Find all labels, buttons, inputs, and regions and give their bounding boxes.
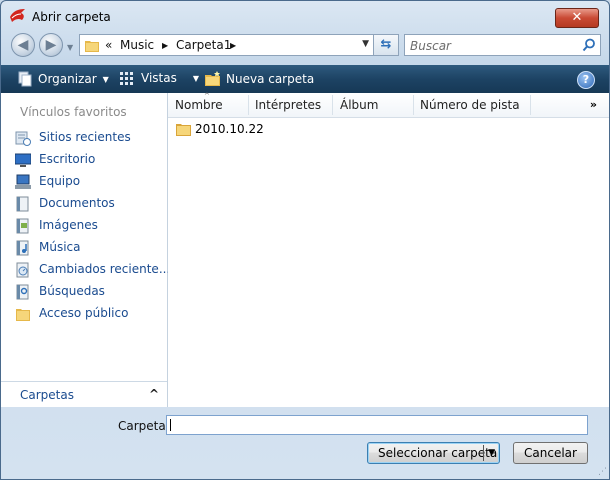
column-divider[interactable]: [413, 95, 414, 115]
recent-places-icon: [15, 131, 31, 146]
sidebar-item-label: Imágenes: [39, 218, 98, 232]
refresh-button[interactable]: ⇆: [373, 34, 399, 56]
new-folder-button[interactable]: Nueva carpeta: [205, 71, 314, 87]
searches-icon: [16, 284, 29, 300]
window-title: Abrir carpeta: [32, 10, 111, 24]
views-button[interactable]: Vistas ▼: [119, 71, 199, 85]
sidebar-item-music[interactable]: Música: [1, 237, 167, 259]
public-folder-icon: [16, 309, 30, 321]
sidebar-item-label: Sitios recientes: [39, 130, 131, 144]
sidebar-item-label: Equipo: [39, 174, 81, 188]
new-folder-icon: [205, 71, 220, 86]
dialog-footer: Carpeta: Seleccionar carpeta ▼ Cancelar …: [1, 407, 609, 479]
cancel-button[interactable]: Cancelar: [513, 442, 588, 464]
arrow-left-icon: ◀: [17, 37, 29, 53]
app-icon: [10, 9, 25, 22]
desktop-icon: [15, 153, 31, 167]
sidebar-item-recently-changed[interactable]: Cambiados reciente...: [1, 259, 171, 281]
folder-icon: [176, 123, 191, 136]
address-segment-music[interactable]: Music: [120, 38, 154, 52]
sidebar-item-recent-places[interactable]: Sitios recientes: [1, 127, 167, 149]
close-button[interactable]: ✕: [555, 8, 599, 28]
select-folder-label: Seleccionar carpeta: [378, 446, 498, 460]
folder-name-input[interactable]: [166, 415, 588, 435]
sidebar-item-label: Cambiados reciente...: [39, 262, 171, 276]
column-header-track-number[interactable]: Número de pista: [420, 98, 520, 112]
split-divider: [483, 445, 484, 461]
sidebar-item-public[interactable]: Acceso público: [1, 303, 167, 325]
cancel-label: Cancelar: [524, 446, 577, 460]
sidebar-item-desktop[interactable]: Escritorio: [1, 149, 167, 171]
column-headers: ^ Nombre Intérpretes Álbum Número de pis…: [168, 92, 609, 118]
sidebar-item-label: Búsquedas: [39, 284, 105, 298]
documents-icon: [16, 196, 29, 212]
column-divider[interactable]: [332, 95, 333, 115]
sidebar-item-computer[interactable]: Equipo: [1, 171, 167, 193]
folders-toggle[interactable]: Carpetas ^: [1, 381, 167, 407]
recent-pages-dropdown[interactable]: ▼: [67, 43, 73, 52]
organize-button[interactable]: Organizar ▼: [17, 71, 109, 87]
resize-grip-icon[interactable]: ⋰: [598, 467, 607, 477]
column-header-artists[interactable]: Intérpretes: [255, 98, 321, 112]
refresh-icon: ⇆: [380, 37, 392, 52]
folder-icon: [85, 41, 99, 52]
recently-changed-icon: [16, 262, 29, 278]
file-list-pane: ^ Nombre Intérpretes Álbum Número de pis…: [168, 92, 609, 407]
sidebar-item-pictures[interactable]: Imágenes: [1, 215, 167, 237]
organize-label: Organizar: [38, 72, 97, 86]
address-dropdown-icon[interactable]: ▼: [362, 39, 369, 49]
more-columns-icon[interactable]: »: [590, 98, 597, 111]
views-label: Vistas: [141, 71, 177, 85]
column-divider[interactable]: [530, 95, 531, 115]
search-placeholder: Buscar: [410, 39, 451, 53]
help-button[interactable]: ?: [577, 71, 595, 89]
forward-button[interactable]: ▶: [39, 33, 63, 57]
chevron-right-icon[interactable]: ▶: [230, 41, 236, 50]
select-folder-button[interactable]: Seleccionar carpeta ▼: [367, 442, 500, 464]
sidebar-item-documents[interactable]: Documentos: [1, 193, 167, 215]
chevron-down-icon: ▼: [192, 73, 199, 83]
folders-label: Carpetas: [20, 388, 74, 402]
search-input[interactable]: Buscar: [404, 34, 601, 56]
close-icon: ✕: [571, 10, 583, 25]
chevron-up-icon: ^: [148, 387, 159, 401]
computer-icon: [15, 174, 31, 189]
pictures-icon: [16, 218, 29, 234]
help-icon: ?: [582, 73, 590, 86]
command-toolbar: Organizar ▼ Vistas ▼ Nueva carpeta ?: [1, 65, 609, 93]
favorites-list: Sitios recientes Escritorio Equipo Docum…: [1, 127, 171, 325]
favorites-pane: Vínculos favoritos Sitios recientes Escr…: [1, 93, 171, 407]
address-overflow[interactable]: «: [105, 38, 112, 52]
column-divider[interactable]: [248, 95, 249, 115]
sidebar-item-label: Escritorio: [39, 152, 96, 166]
list-item[interactable]: 2010.10.22: [176, 122, 264, 136]
sidebar-item-label: Acceso público: [39, 306, 129, 320]
file-name: 2010.10.22: [195, 122, 264, 136]
back-button[interactable]: ◀: [11, 33, 35, 57]
chevron-down-icon: ▼: [102, 74, 109, 84]
chevron-down-icon[interactable]: ▼: [488, 443, 495, 463]
search-icon: [582, 38, 595, 52]
title-bar: Abrir carpeta ✕: [1, 1, 609, 31]
text-cursor: [170, 419, 171, 431]
column-header-name[interactable]: Nombre: [175, 98, 223, 112]
open-folder-dialog: Abrir carpeta ✕ ◀ ▶ ▼ « Music ▶ Carpeta1…: [0, 0, 610, 480]
music-icon: [16, 240, 29, 256]
sidebar-item-label: Documentos: [39, 196, 115, 210]
arrow-right-icon: ▶: [45, 37, 57, 53]
sidebar-item-searches[interactable]: Búsquedas: [1, 281, 167, 303]
column-header-album[interactable]: Álbum: [340, 98, 378, 112]
favorites-header: Vínculos favoritos: [20, 105, 127, 119]
sidebar-item-label: Música: [39, 240, 81, 254]
views-icon: [120, 72, 133, 85]
organize-icon: [18, 71, 32, 87]
new-folder-label: Nueva carpeta: [226, 72, 315, 86]
folder-field-label: Carpeta:: [118, 419, 170, 433]
address-bar[interactable]: « Music ▶ Carpeta1 ▶ ▼: [79, 34, 399, 56]
address-segment-carpeta1[interactable]: Carpeta1: [176, 38, 231, 52]
chevron-right-icon[interactable]: ▶: [162, 41, 168, 50]
